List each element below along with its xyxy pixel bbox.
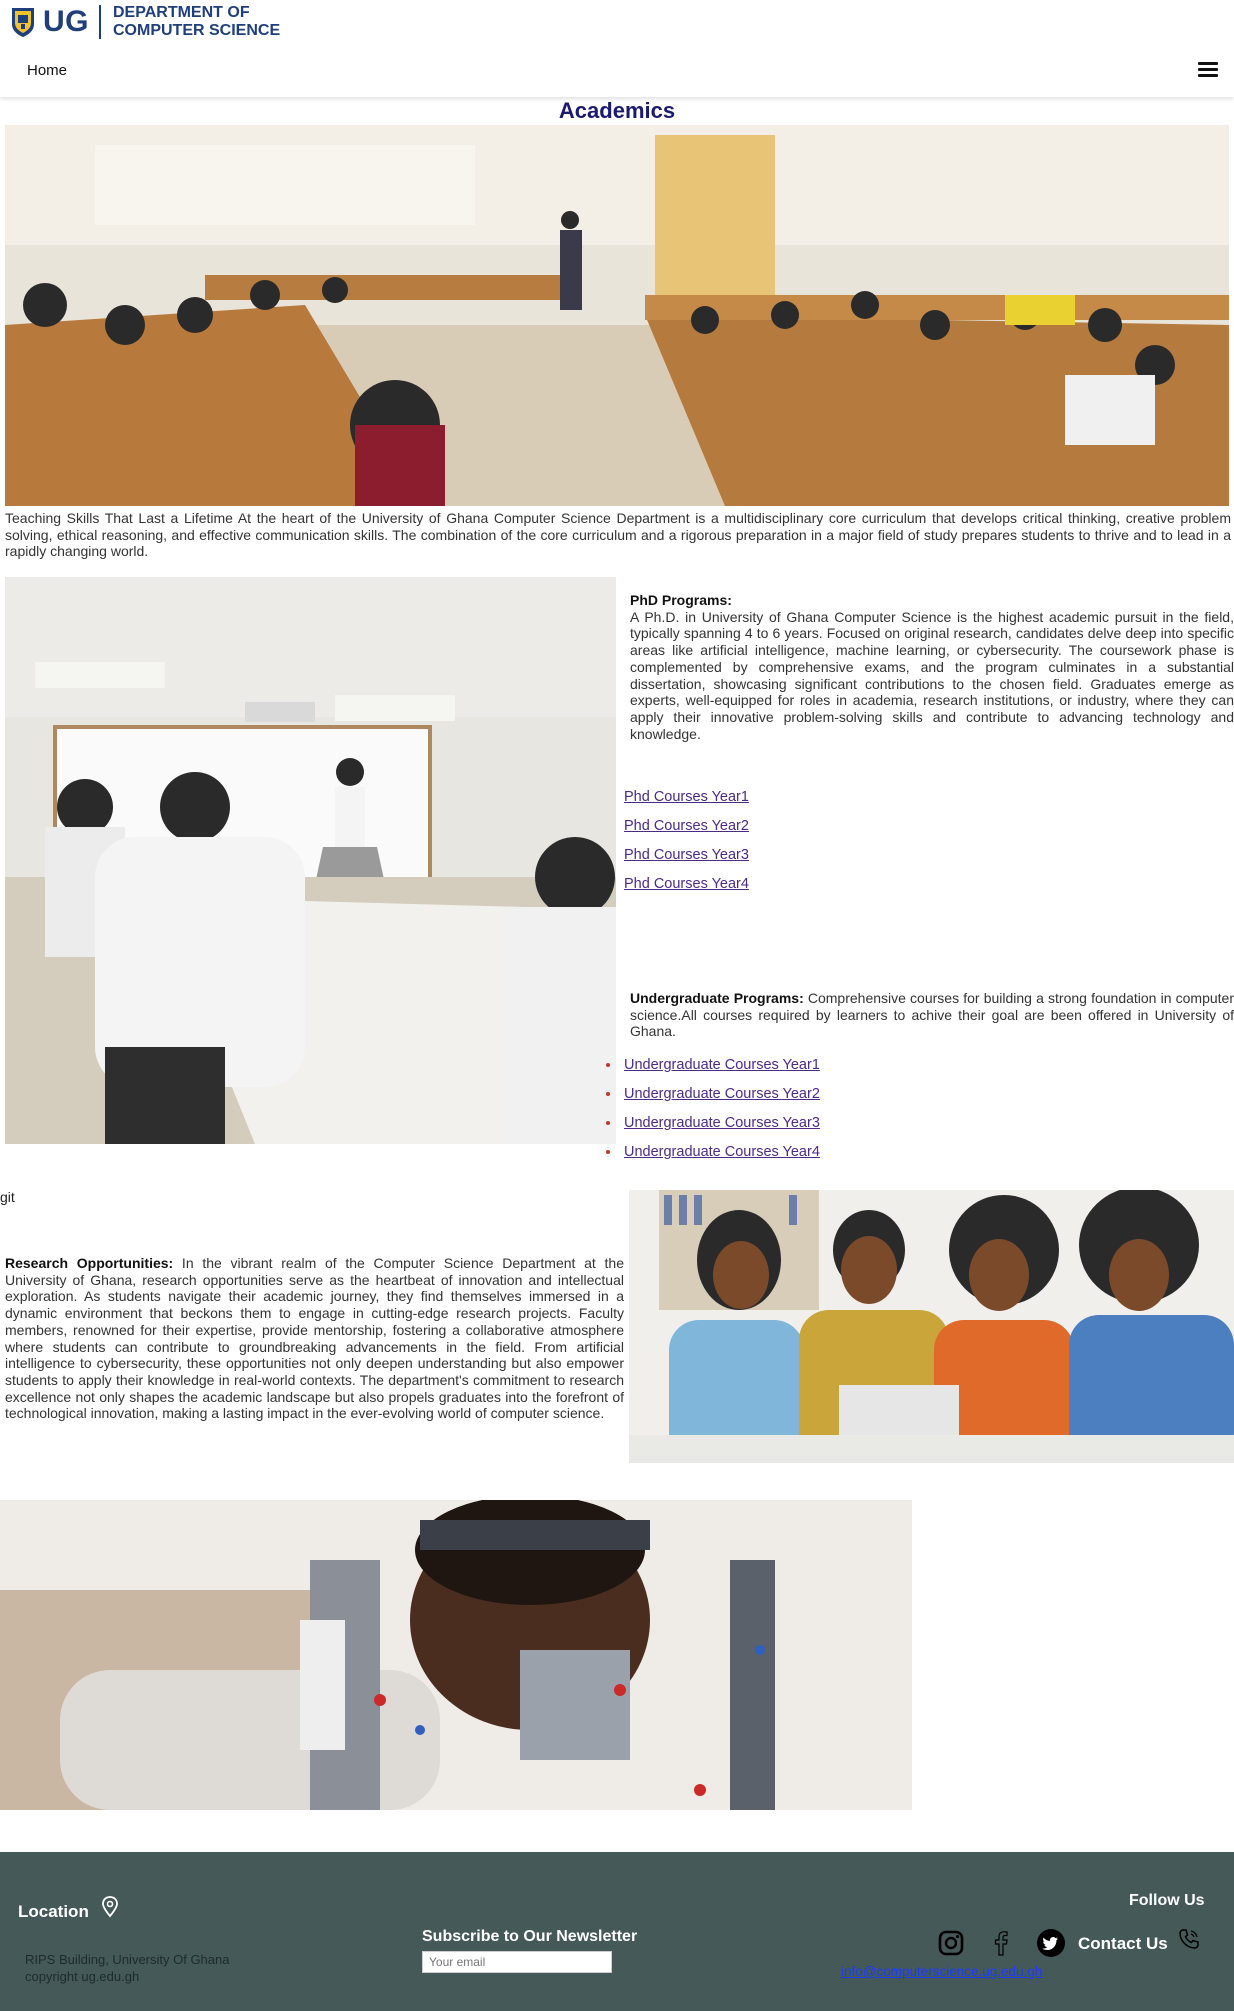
research-heading: Research Opportunities: <box>5 1255 174 1271</box>
students-group-photo <box>629 1190 1234 1463</box>
site-footer: Location RIPS Building, University Of Gh… <box>0 1852 1234 2011</box>
logo-divider <box>99 5 101 39</box>
undergrad-year1-link[interactable]: Undergraduate Courses Year1 <box>624 1057 820 1073</box>
phd-description: A Ph.D. in University of Ghana Computer … <box>630 608 1234 742</box>
logo-department-name: DEPARTMENT OF COMPUTER SCIENCE <box>113 4 280 40</box>
contact-email-link[interactable]: info@computerscience.ug.edu.gh <box>841 1964 1042 1979</box>
phd-course-links: Phd Courses Year1 Phd Courses Year2 Phd … <box>624 789 749 892</box>
research-paragraph: Research Opportunities: In the vibrant r… <box>5 1255 624 1422</box>
phd-year1-link[interactable]: Phd Courses Year1 <box>624 789 749 805</box>
follow-us-heading: Follow Us <box>1129 1892 1205 1909</box>
stray-text: git <box>0 1189 15 1205</box>
twitter-icon[interactable] <box>1037 1929 1065 1957</box>
site-header: UG DEPARTMENT OF COMPUTER SCIENCE Home <box>0 0 1234 97</box>
logo-line-2: COMPUTER SCIENCE <box>113 22 281 39</box>
logo-ug-text: UG <box>43 5 89 38</box>
contact-us-heading: Contact Us <box>1078 1934 1168 1953</box>
bullet-icon <box>606 1063 610 1067</box>
bullet-icon <box>606 1092 610 1096</box>
undergrad-year4-link[interactable]: Undergraduate Courses Year4 <box>624 1144 820 1160</box>
lecture-hall-photo <box>5 125 1229 506</box>
list-item: Undergraduate Courses Year1 <box>606 1057 820 1073</box>
undergrad-year2-link[interactable]: Undergraduate Courses Year2 <box>624 1086 820 1102</box>
phd-year3-link[interactable]: Phd Courses Year3 <box>624 847 749 863</box>
newsletter-heading: Subscribe to Our Newsletter <box>422 1928 638 1945</box>
page-title: Academics <box>558 98 676 123</box>
phone-icon <box>1179 1929 1199 1949</box>
footer-copyright: copyright ug.edu.gh <box>25 1969 140 1984</box>
robotics-student-photo <box>0 1500 912 1810</box>
footer-address: RIPS Building, University Of Ghana <box>25 1952 230 1967</box>
phd-year4-link[interactable]: Phd Courses Year4 <box>624 876 749 892</box>
university-crest-icon <box>12 8 34 37</box>
logo-line-1: DEPARTMENT OF <box>113 4 250 21</box>
research-description: In the vibrant realm of the Computer Sci… <box>5 1255 624 1422</box>
bullet-icon <box>606 1121 610 1125</box>
bullet-icon <box>606 1150 610 1154</box>
facebook-icon[interactable] <box>993 1930 1009 1956</box>
list-item: Undergraduate Courses Year2 <box>606 1086 820 1102</box>
location-heading: Location <box>18 1902 89 1921</box>
location-heading-row: Location <box>18 1896 119 1922</box>
phd-section: PhD Programs: A Ph.D. in University of G… <box>630 592 1234 742</box>
location-pin-icon <box>101 1896 118 1918</box>
list-item: Undergraduate Courses Year3 <box>606 1115 820 1131</box>
classroom-presentation-photo <box>5 577 616 1144</box>
undergrad-heading: Undergraduate Programs: <box>630 990 804 1006</box>
logo[interactable]: UG DEPARTMENT OF COMPUTER SCIENCE <box>10 4 280 40</box>
undergrad-paragraph: Undergraduate Programs: Comprehensive co… <box>630 990 1234 1040</box>
phd-year2-link[interactable]: Phd Courses Year2 <box>624 818 749 834</box>
menu-icon[interactable] <box>1198 62 1218 78</box>
nav-home-link[interactable]: Home <box>27 62 67 79</box>
phd-heading: PhD Programs: <box>630 592 732 608</box>
undergrad-year3-link[interactable]: Undergraduate Courses Year3 <box>624 1115 820 1131</box>
list-item: Undergraduate Courses Year4 <box>606 1144 820 1160</box>
newsletter-email-input[interactable] <box>422 1951 612 1973</box>
instagram-icon[interactable] <box>938 1930 964 1956</box>
undergrad-course-links: Undergraduate Courses Year1 Undergraduat… <box>606 1057 820 1160</box>
intro-paragraph: Teaching Skills That Last a Lifetime At … <box>5 510 1231 560</box>
